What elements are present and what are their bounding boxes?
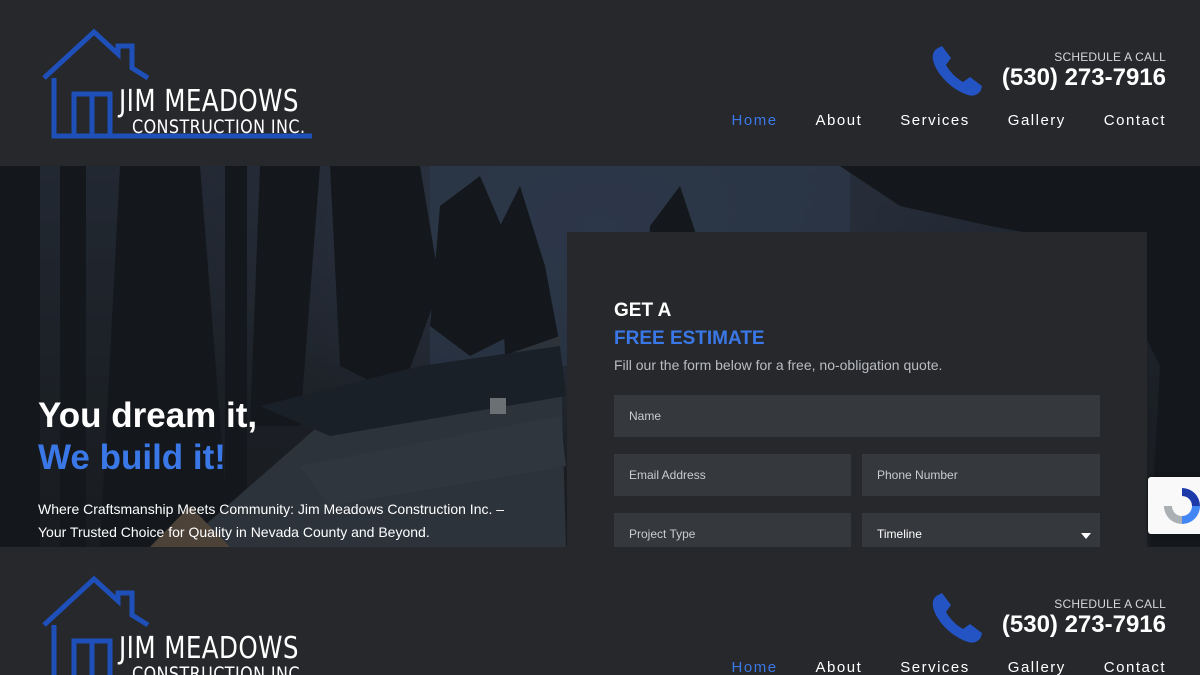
project-type-input[interactable] <box>614 513 851 547</box>
nav-about[interactable]: About <box>816 112 863 129</box>
hero-tagline: Where Craftsmanship Meets Community: Jim… <box>38 501 505 540</box>
nav-services[interactable]: Services <box>900 112 970 129</box>
phone-number[interactable]: (530) 273-7916 <box>1002 611 1166 639</box>
logo-text-company: CONSTRUCTION INC. <box>132 663 306 675</box>
timeline-select-value: Timeline <box>877 527 922 541</box>
email-input[interactable] <box>614 454 851 496</box>
nav-gallery[interactable]: Gallery <box>1008 112 1066 129</box>
hero-section: You dream it, We build it! Where Craftsm… <box>0 166 1200 547</box>
nav-contact[interactable]: Contact <box>1104 112 1166 129</box>
form-title-accent: FREE ESTIMATE <box>614 328 765 349</box>
schedule-call[interactable]: SCHEDULE A CALL (530) 273-7916 <box>926 42 1166 102</box>
recaptcha-icon <box>1164 488 1200 524</box>
site-logo[interactable]: JIM MEADOWS CONSTRUCTION INC. <box>40 28 320 140</box>
chevron-down-icon <box>1081 533 1091 539</box>
nav-gallery[interactable]: Gallery <box>1008 659 1066 675</box>
main-nav: Home About Services Gallery Contact <box>732 112 1166 129</box>
estimate-form-card: GET A FREE ESTIMATE Fill our the form be… <box>567 232 1147 547</box>
nav-contact[interactable]: Contact <box>1104 659 1166 675</box>
name-input[interactable] <box>614 395 1100 437</box>
sticky-header: JIM MEADOWS CONSTRUCTION INC. SCHEDULE A… <box>0 547 1200 675</box>
logo-text-company: CONSTRUCTION INC. <box>132 116 306 138</box>
form-subtitle: Fill our the form below for a free, no-o… <box>614 357 943 373</box>
page: JIM MEADOWS CONSTRUCTION INC. SCHEDULE A… <box>0 0 1200 675</box>
nav-about[interactable]: About <box>816 659 863 675</box>
sticky-schedule-call[interactable]: SCHEDULE A CALL (530) 273-7916 <box>926 589 1166 649</box>
sticky-main-nav: Home About Services Gallery Contact <box>732 659 1166 675</box>
phone-icon <box>932 593 982 643</box>
hero-headline-accent: We build it! <box>38 438 226 477</box>
logo-text-name: JIM MEADOWS <box>119 84 299 119</box>
nav-home[interactable]: Home <box>732 112 778 129</box>
hero-headline: You dream it, <box>38 396 258 435</box>
site-header: JIM MEADOWS CONSTRUCTION INC. SCHEDULE A… <box>0 0 1200 166</box>
logo-text-name: JIM MEADOWS <box>119 631 299 666</box>
recaptcha-badge[interactable] <box>1148 477 1200 534</box>
nav-services[interactable]: Services <box>900 659 970 675</box>
phone-number[interactable]: (530) 273-7916 <box>1002 64 1166 92</box>
timeline-select[interactable]: Timeline <box>862 513 1100 547</box>
phone-icon <box>932 46 982 96</box>
form-title: GET A <box>614 300 672 321</box>
schedule-call-label: SCHEDULE A CALL <box>1054 50 1166 64</box>
sticky-site-logo[interactable]: JIM MEADOWS CONSTRUCTION INC. <box>40 575 320 675</box>
phone-input[interactable] <box>862 454 1100 496</box>
nav-home[interactable]: Home <box>732 659 778 675</box>
schedule-call-label: SCHEDULE A CALL <box>1054 597 1166 611</box>
